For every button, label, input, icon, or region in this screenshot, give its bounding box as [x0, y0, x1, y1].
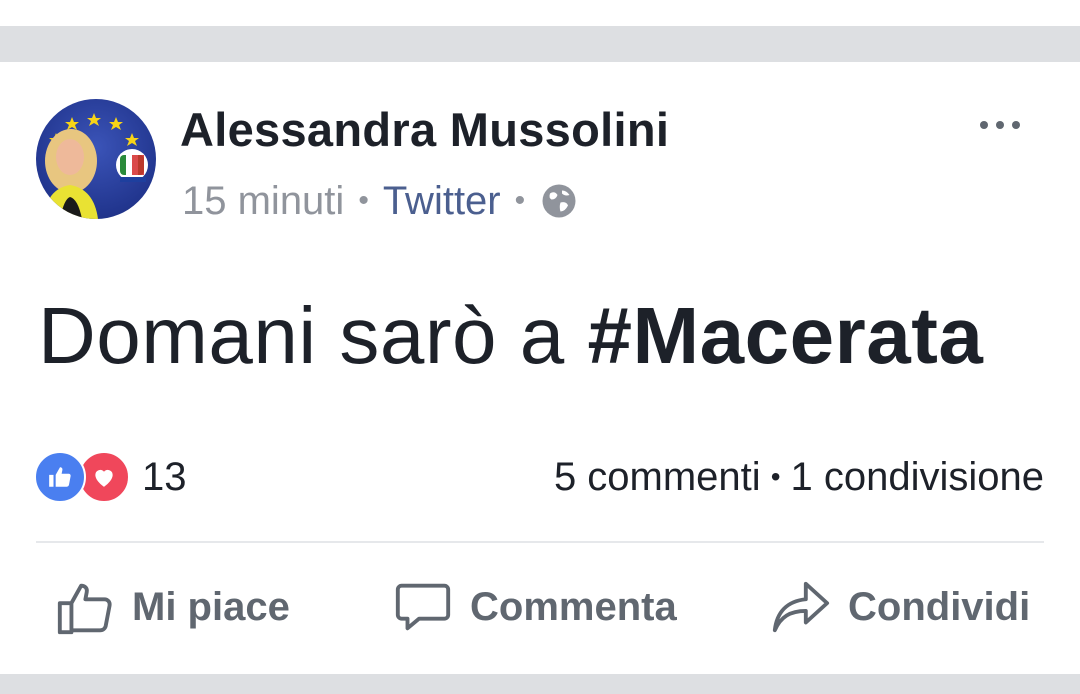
- post-stats: 5 commenti • 1 condivisione: [554, 452, 1044, 502]
- post-meta: 15 minuti • Twitter •: [182, 176, 577, 226]
- reaction-count: 13: [142, 454, 187, 499]
- comment-bubble-icon: [395, 583, 451, 631]
- comment-label: Commenta: [470, 584, 677, 629]
- action-bar: Mi piace Commenta Condividi: [0, 567, 1080, 647]
- feed-separator-top: [0, 26, 1080, 62]
- divider: [36, 541, 1044, 543]
- reactions-summary[interactable]: 13: [34, 451, 187, 503]
- globe-icon: [542, 184, 576, 218]
- share-button[interactable]: Condividi: [768, 567, 1030, 647]
- hashtag-link[interactable]: #Macerata: [587, 291, 983, 380]
- thumbs-up-icon: [57, 583, 112, 635]
- more-options-button[interactable]: [970, 110, 1030, 140]
- author-name[interactable]: Alessandra Mussolini: [180, 102, 669, 157]
- post-source[interactable]: Twitter: [383, 179, 501, 224]
- share-arrow-icon: [772, 581, 830, 633]
- like-reaction-icon: [34, 451, 86, 503]
- post-time[interactable]: 15 minuti: [182, 179, 344, 224]
- post-card: Alessandra Mussolini 15 minuti • Twitter…: [0, 62, 1080, 674]
- like-button[interactable]: Mi piace: [54, 567, 290, 647]
- stats-dot: •: [770, 461, 781, 492]
- like-label: Mi piace: [132, 584, 290, 629]
- meta-dot: •: [358, 184, 369, 217]
- share-label: Condividi: [848, 584, 1031, 629]
- post-text-plain: Domani sarò a: [38, 291, 588, 380]
- shares-count[interactable]: 1 condivisione: [791, 455, 1045, 500]
- post-text: Domani sarò a #Macerata: [38, 290, 983, 382]
- more-dot-icon: [980, 121, 988, 129]
- more-dot-icon: [996, 121, 1004, 129]
- meta-dot: •: [514, 184, 526, 217]
- top-bar: [0, 0, 1080, 26]
- comments-count[interactable]: 5 commenti: [554, 455, 761, 500]
- comment-button[interactable]: Commenta: [392, 567, 677, 647]
- feed-separator-bottom: [0, 674, 1080, 694]
- avatar[interactable]: [36, 99, 156, 219]
- avatar-image: [44, 113, 148, 219]
- more-dot-icon: [1012, 121, 1020, 129]
